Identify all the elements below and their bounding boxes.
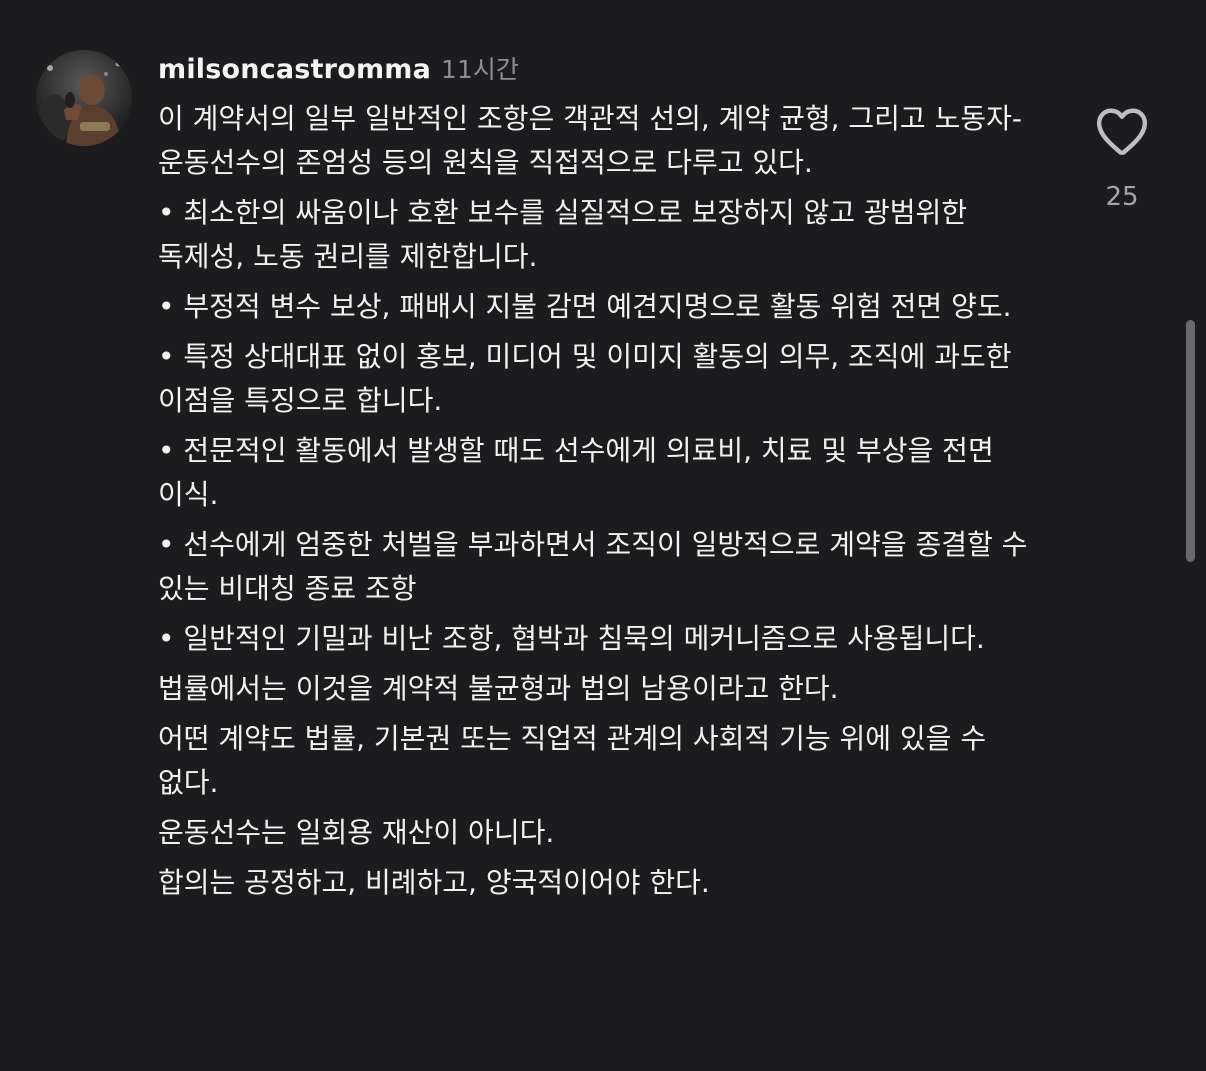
avatar[interactable] xyxy=(36,50,132,146)
comment-paragraph: • 선수에게 엄중한 처벌을 부과하면서 조직이 일방적으로 계약을 종결할 수… xyxy=(158,528,1028,605)
comment-paragraph: • 일반적인 기밀과 비난 조항, 협박과 침묵의 메커니즘으로 사용됩니다. xyxy=(158,622,985,655)
comment-item: milsoncastromma 11시간 이 계약서의 일부 일반적인 조항은 … xyxy=(0,0,1206,1071)
comment-paragraph: • 전문적인 활동에서 발생할 때도 선수에게 의료비, 치료 및 부상을 전면… xyxy=(158,434,994,511)
like-count: 25 xyxy=(1105,182,1139,212)
comment-paragraph: • 특정 상대대표 없이 홍보, 미디어 및 이미지 활동의 의무, 조직에 과… xyxy=(158,340,1012,417)
avatar-photo xyxy=(36,50,132,146)
heart-outline-icon xyxy=(1096,108,1148,155)
comment-paragraph: • 부정적 변수 보상, 패배시 지불 감면 예견지명으로 활동 위험 전면 양… xyxy=(158,290,1012,323)
comment-paragraph: 합의는 공정하고, 비례하고, 양국적이어야 한다. xyxy=(158,866,710,899)
comment-paragraph: 법률에서는 이것을 계약적 불균형과 법의 남용이라고 한다. xyxy=(158,672,839,705)
username[interactable]: milsoncastromma xyxy=(158,54,431,85)
comment-paragraph: • 최소한의 싸움이나 호환 보수를 실질적으로 보장하지 않고 광범위한 독제… xyxy=(158,196,968,273)
comment-paragraph: 어떤 계약도 법률, 기본권 또는 직업적 관계의 사회적 기능 위에 있을 수… xyxy=(158,722,987,799)
comment-paragraph: 이 계약서의 일부 일반적인 조항은 객관적 선의, 계약 균형, 그리고 노동… xyxy=(158,102,1022,179)
scrollbar[interactable] xyxy=(1186,320,1195,562)
comment-header: milsoncastromma 11시간 xyxy=(158,50,519,90)
comment-paragraph: 운동선수는 일회용 재산이 아니다. xyxy=(158,816,555,849)
like-button[interactable] xyxy=(1094,105,1150,157)
comment-body: 이 계약서의 일부 일반적인 조항은 객관적 선의, 계약 균형, 그리고 노동… xyxy=(158,97,1038,911)
timestamp: 11시간 xyxy=(441,55,519,84)
